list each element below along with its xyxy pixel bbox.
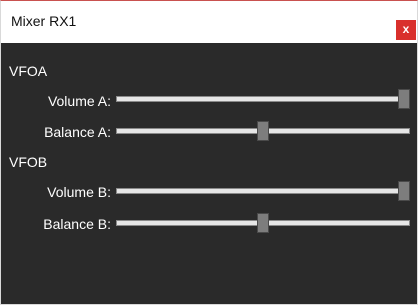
title-bar[interactable]: Mixer RX1 x	[1, 1, 417, 43]
balance-a-slider[interactable]	[116, 121, 410, 141]
group-label-vfob: VFOB	[9, 154, 48, 170]
balance-a-label: Balance A:	[44, 124, 111, 140]
close-button[interactable]: x	[396, 20, 416, 40]
slider-track	[116, 188, 410, 194]
volume-b-slider[interactable]	[116, 181, 410, 201]
close-icon: x	[402, 22, 410, 36]
balance-b-slider[interactable]	[116, 213, 410, 233]
volume-b-label: Volume B:	[47, 184, 111, 200]
slider-thumb[interactable]	[257, 213, 269, 233]
slider-track	[116, 96, 410, 102]
mixer-window: Mixer RX1 x VFOA Volume A: Balance A: VF…	[0, 0, 418, 305]
volume-a-label: Volume A:	[47, 93, 111, 109]
volume-a-slider[interactable]	[116, 89, 410, 109]
slider-thumb[interactable]	[398, 89, 410, 109]
mixer-panel: VFOA Volume A: Balance A: VFOB Volume B:…	[1, 43, 417, 304]
slider-thumb[interactable]	[398, 181, 410, 201]
balance-b-label: Balance B:	[43, 216, 111, 232]
slider-thumb[interactable]	[257, 121, 269, 141]
group-label-vfoa: VFOA	[9, 63, 48, 79]
window-title: Mixer RX1	[11, 13, 77, 29]
